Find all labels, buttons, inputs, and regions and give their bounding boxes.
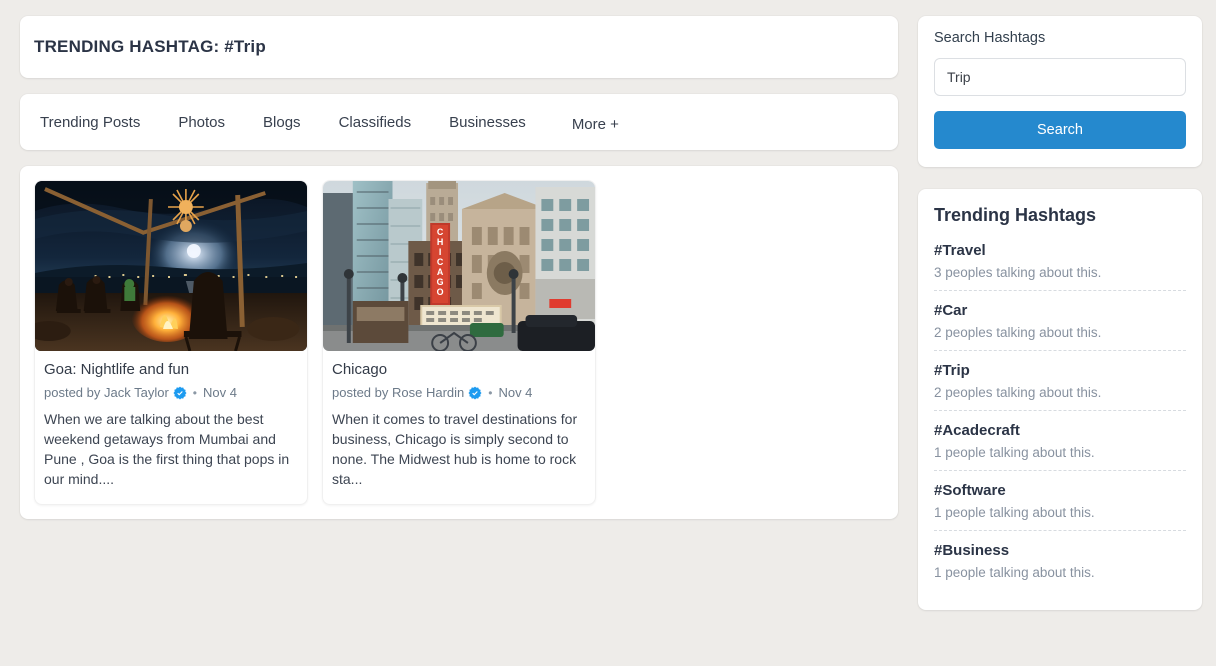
meta-separator: • bbox=[192, 385, 197, 400]
tab-photos[interactable]: Photos bbox=[159, 114, 244, 131]
hashtag-label[interactable]: #Trip bbox=[934, 362, 1186, 379]
list-item[interactable]: #Business 1 people talking about this. bbox=[934, 530, 1186, 590]
svg-text:O: O bbox=[437, 287, 444, 297]
tab-trending-posts[interactable]: Trending Posts bbox=[34, 114, 159, 131]
hashtag-count: 2 peoples talking about this. bbox=[934, 325, 1102, 340]
svg-text:C: C bbox=[437, 257, 444, 267]
meta-separator: • bbox=[488, 385, 493, 400]
main-column: TRENDING HASHTAG: #Trip Trending Posts P… bbox=[20, 16, 898, 610]
hashtag-count: 3 peoples talking about this. bbox=[934, 265, 1102, 280]
svg-text:I: I bbox=[439, 247, 441, 257]
post-meta: posted by Jack Taylor • Nov 4 bbox=[44, 385, 298, 400]
post-card[interactable]: Goa: Nightlife and fun posted by Jack Ta… bbox=[34, 180, 308, 505]
list-item[interactable]: #Travel 3 peoples talking about this. bbox=[934, 242, 1186, 290]
sidebar: Search Hashtags Search Trending Hashtags… bbox=[918, 16, 1202, 610]
hashtag-count: 2 peoples talking about this. bbox=[934, 385, 1102, 400]
page-title: TRENDING HASHTAG: #Trip bbox=[34, 37, 266, 56]
hashtag-label[interactable]: #Software bbox=[934, 482, 1186, 499]
post-thumbnail-goa[interactable] bbox=[35, 181, 307, 351]
svg-text:A: A bbox=[437, 267, 444, 277]
hashtag-count: 1 people talking about this. bbox=[934, 565, 1095, 580]
list-item[interactable]: #Car 2 peoples talking about this. bbox=[934, 290, 1186, 350]
tab-blogs[interactable]: Blogs bbox=[244, 114, 320, 131]
post-excerpt: When we are talking about the best weeke… bbox=[44, 411, 290, 487]
hashtag-label[interactable]: #Travel bbox=[934, 242, 1186, 259]
post-body: Goa: Nightlife and fun posted by Jack Ta… bbox=[35, 351, 307, 504]
tab-more[interactable]: More + bbox=[545, 116, 638, 133]
hashtag-label[interactable]: #Car bbox=[934, 302, 1186, 319]
post-excerpt: When it comes to travel destinations for… bbox=[332, 411, 578, 487]
post-card[interactable]: CHI CAG O Chicago posted by Rose Hardin … bbox=[322, 180, 596, 505]
trending-hashtags-title: Trending Hashtags bbox=[934, 205, 1097, 225]
hashtag-count: 1 people talking about this. bbox=[934, 445, 1095, 460]
posts-panel: Goa: Nightlife and fun posted by Jack Ta… bbox=[20, 166, 898, 519]
post-title[interactable]: Chicago bbox=[332, 361, 586, 378]
svg-text:H: H bbox=[437, 237, 443, 247]
list-item[interactable]: #Acadecraft 1 people talking about this. bbox=[934, 410, 1186, 470]
post-thumbnail-chicago[interactable]: CHI CAG O bbox=[323, 181, 595, 351]
page-root: TRENDING HASHTAG: #Trip Trending Posts P… bbox=[0, 0, 1216, 610]
search-hashtags-panel: Search Hashtags Search bbox=[918, 16, 1202, 167]
post-list: Goa: Nightlife and fun posted by Jack Ta… bbox=[34, 180, 884, 505]
svg-text:G: G bbox=[437, 277, 444, 287]
list-item[interactable]: #Trip 2 peoples talking about this. bbox=[934, 350, 1186, 410]
hashtag-count: 1 people talking about this. bbox=[934, 505, 1095, 520]
post-author[interactable]: posted by Rose Hardin bbox=[332, 385, 464, 400]
verified-badge-icon bbox=[173, 386, 187, 400]
svg-text:C: C bbox=[437, 227, 444, 237]
post-date: Nov 4 bbox=[498, 385, 533, 400]
post-author[interactable]: posted by Jack Taylor bbox=[44, 385, 169, 400]
verified-badge-icon bbox=[468, 386, 482, 400]
page-header: TRENDING HASHTAG: #Trip bbox=[20, 16, 898, 78]
post-body: Chicago posted by Rose Hardin • Nov 4 Wh… bbox=[323, 351, 595, 504]
list-item[interactable]: #Software 1 people talking about this. bbox=[934, 470, 1186, 530]
post-title[interactable]: Goa: Nightlife and fun bbox=[44, 361, 298, 378]
search-label: Search Hashtags bbox=[934, 30, 1046, 46]
tab-bar: Trending Posts Photos Blogs Classifieds … bbox=[20, 94, 898, 150]
post-meta: posted by Rose Hardin • Nov 4 bbox=[332, 385, 586, 400]
tab-classifieds[interactable]: Classifieds bbox=[320, 114, 431, 131]
search-button[interactable]: Search bbox=[934, 111, 1186, 149]
search-input[interactable] bbox=[934, 58, 1186, 96]
post-date: Nov 4 bbox=[202, 385, 237, 400]
hashtag-label[interactable]: #Business bbox=[934, 542, 1186, 559]
hashtag-label[interactable]: #Acadecraft bbox=[934, 422, 1186, 439]
trending-hashtags-panel: Trending Hashtags #Travel 3 peoples talk… bbox=[918, 189, 1202, 610]
tab-businesses[interactable]: Businesses bbox=[430, 114, 545, 131]
